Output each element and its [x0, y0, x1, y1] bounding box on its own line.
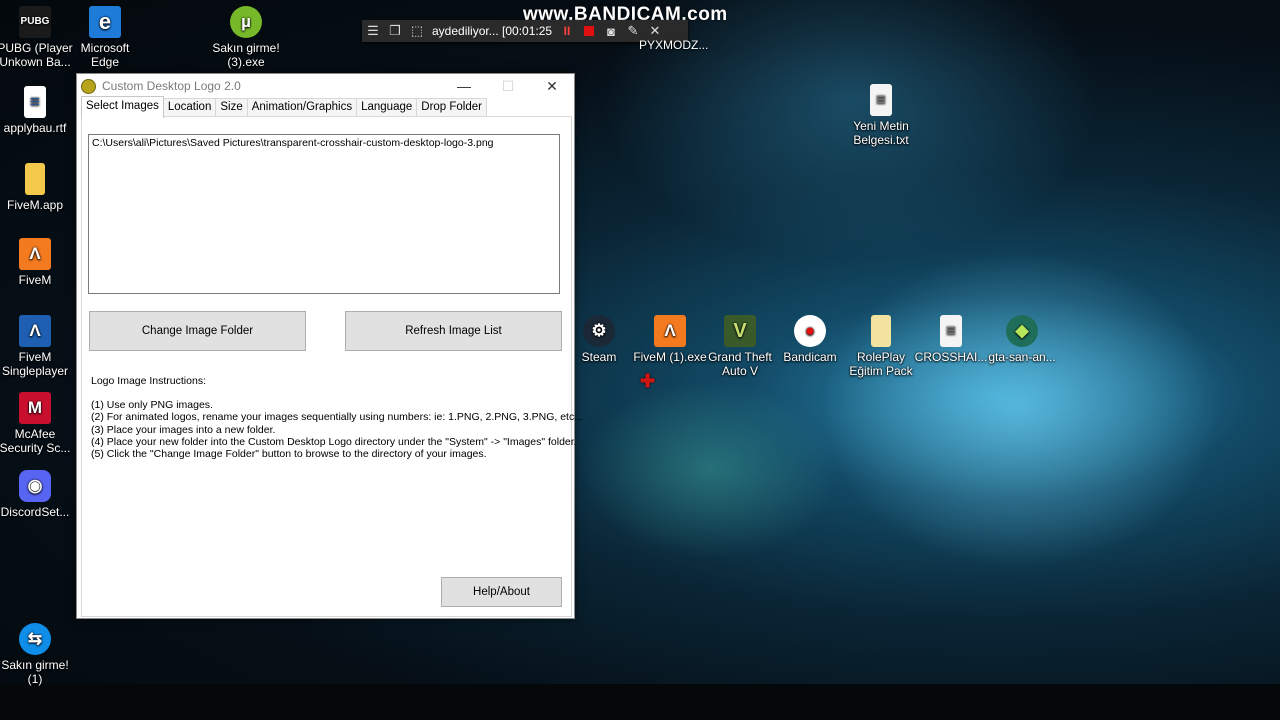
select-images-panel: C:\Users\ali\Pictures\Saved Pictures\tra…: [81, 116, 583, 617]
steam-icon: ⚙: [583, 315, 615, 347]
teamviewer-icon: ⇆: [19, 623, 51, 655]
change-image-folder-button[interactable]: Change Image Folder: [89, 311, 306, 351]
desktop-icon-gta-sa[interactable]: ◆ gta-san-an...: [984, 315, 1060, 364]
desktop-icon-label: PUBG (Player Unkown Ba...: [0, 41, 73, 69]
window-title: Custom Desktop Logo 2.0: [102, 79, 241, 93]
folder-icon: [871, 315, 891, 347]
refresh-image-list-button[interactable]: Refresh Image List: [345, 311, 562, 351]
discord-icon: ◉: [19, 470, 51, 502]
instruction-line: (1) Use only PNG images.: [91, 399, 213, 412]
custom-desktop-logo-window: Custom Desktop Logo 2.0 — ☐ ✕ Select Ima…: [76, 73, 583, 619]
recording-status: aydediliyor... [00:01:25: [432, 24, 553, 38]
desktop-icon-edge[interactable]: e Microsoft Edge: [67, 6, 143, 69]
desktop-icon-label: McAfee Security Sc...: [0, 427, 71, 455]
desktop-icon-utorrent[interactable]: µ Sakın girme! (3).exe: [208, 6, 284, 69]
tab-language[interactable]: Language: [356, 98, 418, 117]
desktop-icon-pubg[interactable]: PUBG PUBG (Player Unkown Ba...: [0, 6, 73, 69]
instructions-title: Logo Image Instructions:: [91, 375, 206, 387]
gta-v-icon: V: [724, 315, 756, 347]
close-icon[interactable]: ✕: [644, 23, 666, 39]
document-icon: ≡: [940, 315, 962, 347]
folder-icon: [25, 163, 45, 195]
menu-icon[interactable]: ☰: [362, 23, 384, 39]
maximize-button: ☐: [501, 77, 515, 94]
pause-icon[interactable]: II: [556, 24, 578, 38]
desktop-icon-crosshair[interactable]: ≡ CROSSHAI...: [913, 315, 989, 364]
minimize-button[interactable]: —: [442, 74, 486, 98]
fivem-icon: Λ: [19, 238, 51, 270]
desktop-icon-label: Sakın girme! (1): [1, 658, 69, 686]
close-button[interactable]: ✕: [530, 74, 574, 98]
desktop-icon-label: Grand Theft Auto V: [708, 350, 772, 378]
utorrent-icon: µ: [230, 6, 262, 38]
crosshair-logo-icon: ✚: [640, 371, 656, 391]
desktop-icon-label: RolePlay Eğitim Pack: [849, 350, 913, 378]
desktop-icon-label: DiscordSet...: [0, 505, 70, 519]
tab-animation-graphics[interactable]: Animation/Graphics: [246, 98, 358, 117]
tab-location[interactable]: Location: [162, 98, 217, 117]
app-logo-icon: [81, 78, 96, 94]
tab-drop-folder[interactable]: Drop Folder: [416, 98, 487, 117]
instructions-block: Logo Image Instructions: (1) Use only PN…: [91, 375, 583, 460]
desktop-icon-label: Sakın girme! (3).exe: [212, 41, 280, 69]
pencil-icon[interactable]: ✎: [622, 23, 644, 39]
desktop-icon-label: FiveM Singleplayer: [1, 350, 69, 378]
desktop-icon-label: applybau.rtf: [3, 121, 67, 135]
desktop-icon-fivem-exe[interactable]: Λ FiveM (1).exe: [632, 315, 708, 364]
camera-icon[interactable]: ◙: [600, 24, 622, 39]
gta-sa-icon: ◆: [1006, 315, 1038, 347]
tab-strip: Select Images Location Size Animation/Gr…: [81, 96, 487, 118]
desktop-icon-fivem[interactable]: Λ FiveM: [0, 238, 73, 287]
bandicam-icon: ●: [794, 315, 826, 347]
stop-icon[interactable]: [584, 26, 594, 36]
desktop-icon-gta-v[interactable]: V Grand Theft Auto V: [702, 315, 778, 378]
region-icon[interactable]: ⬚: [406, 23, 428, 39]
tab-size[interactable]: Size: [215, 98, 248, 117]
overlay-text: PYXMODZ...: [639, 38, 709, 52]
desktop-icon-label: FiveM: [18, 273, 52, 287]
desktop-icon-label: FiveM (1).exe: [633, 350, 707, 364]
desktop-icon-fivem-app[interactable]: FiveM.app: [0, 163, 73, 212]
instruction-line: (5) Click the "Change Image Folder" butt…: [91, 448, 487, 461]
desktop-icon-applybau[interactable]: ≡ applybau.rtf: [0, 86, 73, 135]
instruction-line: (2) For animated logos, rename your imag…: [91, 411, 583, 424]
desktop-icon-label: FiveM.app: [6, 198, 64, 212]
desktop-icon-discord[interactable]: ◉ DiscordSet...: [0, 470, 73, 519]
tab-select-images[interactable]: Select Images: [81, 96, 164, 118]
window-icon[interactable]: ❐: [384, 23, 406, 39]
desktop-icon-label: gta-san-an...: [988, 350, 1056, 364]
title-bar[interactable]: Custom Desktop Logo 2.0 — ☐ ✕: [77, 74, 574, 98]
pubg-icon: PUBG: [19, 6, 51, 38]
document-icon: ≡: [24, 86, 46, 118]
background-glow-3: [580, 380, 840, 560]
desktop-icon-fivem-singleplayer[interactable]: Λ FiveM Singleplayer: [0, 315, 73, 378]
background-glow: [820, 250, 1220, 570]
mcafee-icon: M: [19, 392, 51, 424]
image-list-box[interactable]: C:\Users\ali\Pictures\Saved Pictures\tra…: [88, 134, 560, 294]
help-about-button[interactable]: Help/About: [441, 577, 562, 607]
desktop-icon-label: CROSSHAI...: [914, 350, 988, 364]
desktop-icon-mcafee[interactable]: M McAfee Security Sc...: [0, 392, 73, 455]
instruction-line: (3) Place your images into a new folder.: [91, 423, 276, 436]
text-file-icon: ≡: [870, 84, 892, 116]
desktop-icon-teamviewer[interactable]: ⇆ Sakın girme! (1): [0, 623, 73, 686]
desktop-icon-label: Microsoft Edge: [80, 41, 130, 69]
edge-icon: e: [89, 6, 121, 38]
desktop-icon-yeni-metin[interactable]: ≡ Yeni Metin Belgesi.txt: [843, 84, 919, 147]
desktop-icon-roleplay[interactable]: RolePlay Eğitim Pack: [843, 315, 919, 378]
desktop: PUBG PUBG (Player Unkown Ba... ≡ applyba…: [0, 0, 1280, 720]
fivem-singleplayer-icon: Λ: [19, 315, 51, 347]
instruction-line: (4) Place your new folder into the Custo…: [91, 435, 577, 448]
fivem-exe-icon: Λ: [654, 315, 686, 347]
bottom-dark-band: [0, 684, 1280, 720]
image-path-item[interactable]: C:\Users\ali\Pictures\Saved Pictures\tra…: [92, 137, 494, 149]
desktop-icon-label: Bandicam: [783, 350, 837, 364]
desktop-icon-label: Yeni Metin Belgesi.txt: [853, 119, 909, 147]
desktop-icon-bandicam[interactable]: ● Bandicam: [772, 315, 848, 364]
